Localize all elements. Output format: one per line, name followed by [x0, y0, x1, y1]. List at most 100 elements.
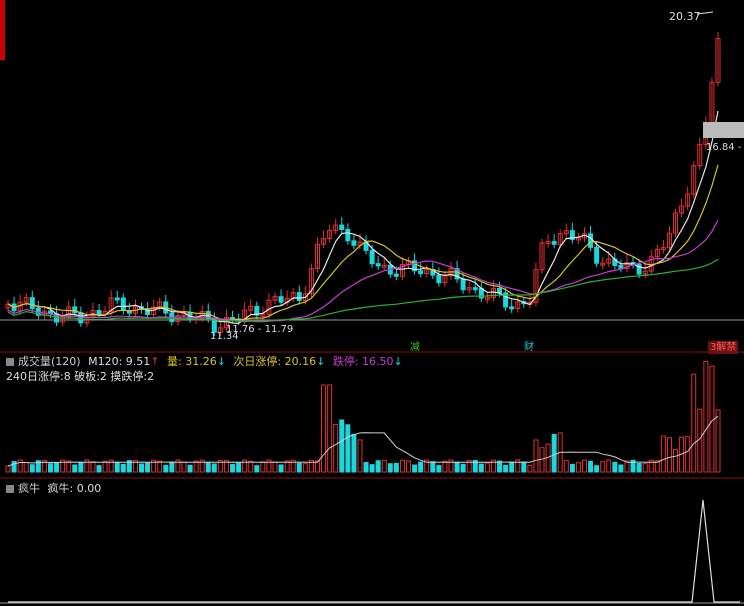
volume-bar — [636, 462, 642, 473]
volume-bar — [248, 460, 254, 473]
candle-body — [296, 292, 302, 301]
candle-body — [96, 310, 102, 315]
volume-bar — [642, 463, 648, 473]
volume-bar — [181, 461, 187, 473]
volume-bar — [430, 461, 436, 473]
candle-body — [594, 246, 600, 264]
volume-bar — [454, 462, 460, 473]
volume-bar — [339, 419, 345, 473]
candle-body — [393, 273, 399, 277]
candle-body — [472, 287, 478, 291]
volume-bar — [503, 464, 509, 473]
volume-bar — [691, 373, 697, 473]
volume-bar — [327, 384, 333, 473]
event-marker-reduce[interactable]: 减 — [408, 341, 422, 354]
range-price-label: 11.76 - 11.79 — [226, 324, 294, 335]
stock-chart-window: 20.37 16.84 - 11.34 11.76 - 11.79 减 财 3解… — [0, 0, 744, 606]
volume-bar — [533, 439, 539, 473]
volume-bar — [399, 459, 405, 473]
volume-bar — [606, 459, 612, 473]
event-marker-unlock[interactable]: 3解禁 — [708, 341, 739, 354]
volume-bar — [375, 460, 381, 473]
ma-line-yellow — [7, 164, 719, 321]
high-price-label: 20.37 — [669, 10, 701, 23]
volume-bar — [436, 465, 442, 473]
volume-bar — [618, 464, 624, 473]
volume-bar — [90, 461, 96, 473]
volume-bar — [321, 384, 327, 473]
candle-body — [460, 278, 466, 291]
ma-line-white — [7, 110, 719, 325]
volume-bar — [145, 462, 151, 473]
indicator-line — [8, 499, 740, 603]
candle-body — [369, 249, 375, 265]
volume-bar — [23, 462, 29, 473]
volume-bar — [521, 461, 527, 473]
volume-bar — [114, 462, 120, 473]
volume-header: 成交量(120) M120: 9.51↑ 量: 31.26↓ 次日涨停: 20.… — [6, 355, 407, 369]
volume-bar — [278, 464, 284, 473]
volume-bar — [102, 460, 108, 473]
volume-bar — [575, 462, 581, 473]
volume-bar — [351, 433, 357, 473]
candle-body — [509, 306, 515, 310]
candle-body — [278, 296, 284, 303]
volume-bar — [393, 462, 399, 473]
event-marker-finance-text: 财 — [524, 342, 534, 353]
volume-bar — [260, 461, 266, 473]
event-marker-unlock-text: 3解禁 — [710, 342, 737, 353]
volume-bar — [418, 461, 424, 473]
volume-bar — [169, 461, 175, 473]
candle-body — [120, 297, 126, 312]
volume-bar — [163, 464, 169, 473]
volume-bar — [302, 463, 308, 473]
volume-bar — [157, 460, 163, 473]
volume-bar — [139, 463, 145, 473]
indicator-header: 疯牛 疯牛: 0.00 — [6, 482, 105, 496]
volume-bar — [715, 409, 721, 473]
volume-bar — [17, 459, 23, 473]
event-marker-finance[interactable]: 财 — [522, 341, 536, 354]
candle-body — [72, 306, 78, 314]
volume-bar — [230, 463, 236, 473]
volume-bar — [5, 465, 11, 473]
volume-bar — [72, 464, 78, 473]
volume-bar — [272, 461, 278, 473]
volume-bar — [96, 465, 102, 473]
volume-bar — [211, 463, 217, 473]
volume-bar — [345, 424, 351, 473]
volume-bar — [442, 460, 448, 473]
volume-bar — [381, 459, 387, 473]
limit-down-value: 跌停: 16.50↓ — [332, 355, 403, 368]
volume-bar — [387, 463, 393, 473]
volume-bar — [236, 462, 242, 473]
candle-body — [29, 297, 35, 309]
volume-bar — [205, 462, 211, 473]
candle-body — [375, 263, 381, 267]
volume-bar — [296, 462, 302, 473]
candle-body — [588, 233, 594, 248]
candle-body — [418, 270, 424, 275]
volume-bar — [54, 462, 60, 473]
volume-bar — [187, 464, 193, 473]
volume-bar — [703, 361, 709, 473]
candle-body — [436, 274, 442, 284]
volume-bar — [357, 439, 363, 473]
panel-menu-icon[interactable] — [6, 358, 14, 366]
volume-bar — [569, 463, 575, 473]
volume-bar — [673, 448, 679, 473]
volume-bar — [612, 461, 618, 473]
volume-ma-line — [7, 415, 719, 467]
volume-bar — [369, 464, 375, 473]
volume-bar — [412, 464, 418, 473]
volume-bar — [47, 463, 53, 473]
chart-canvas[interactable] — [0, 0, 744, 606]
candle-body — [351, 240, 357, 246]
panel-menu-icon-2[interactable] — [6, 485, 14, 493]
candle-body — [339, 224, 345, 230]
candle-body — [345, 228, 351, 242]
volume-bar — [509, 461, 515, 473]
volume-bar — [497, 460, 503, 473]
limit-stats: 240日涨停:8 破板:2 摸跌停:2 — [6, 370, 155, 383]
current-price-box — [703, 122, 744, 138]
